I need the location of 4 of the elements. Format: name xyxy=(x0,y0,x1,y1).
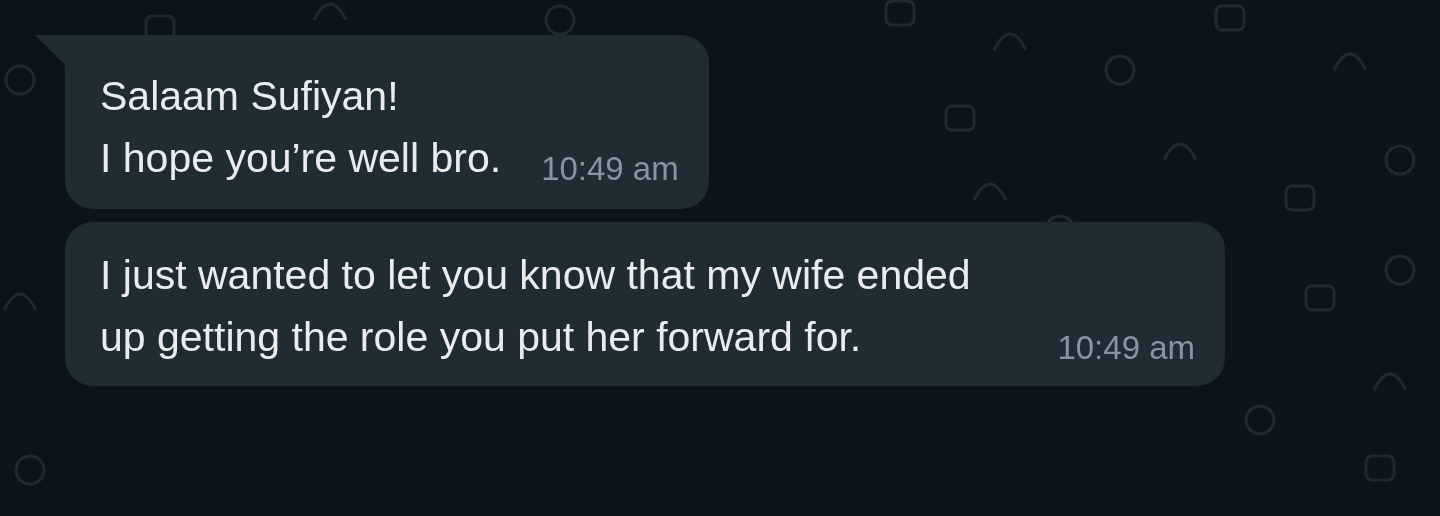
message-time: 10:49 am xyxy=(1057,328,1195,368)
message-text: I just wanted to let you know that my wife ended up getting the role you put her forward for. xyxy=(100,251,972,362)
message-time: 10:49 am xyxy=(541,149,679,189)
message-text: Salaam Sufiyan! I hope you’re well bro. xyxy=(100,72,502,183)
